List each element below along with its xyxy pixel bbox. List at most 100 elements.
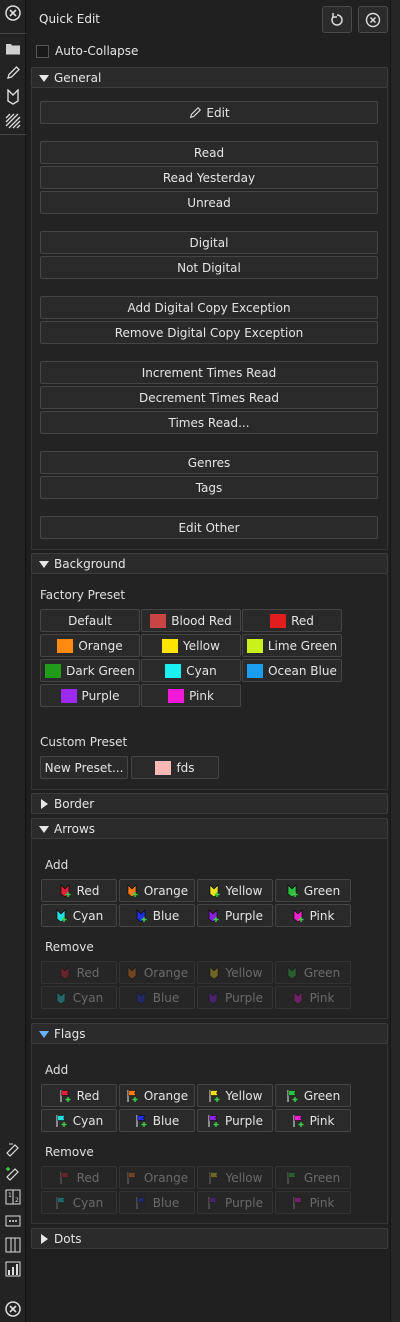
arrow-icon [135,990,147,1005]
reset-button[interactable] [322,6,352,33]
color-label: Cyan [72,1113,104,1128]
preset-blood-red-button[interactable]: Blood Red [141,609,241,632]
scrollbar-track[interactable] [390,0,400,1322]
digital-button[interactable]: Digital [40,231,378,254]
remove-arrow-purple-button: Purple [197,986,273,1009]
remove-digital-exception-button[interactable]: Remove Digital Copy Exception [40,321,378,344]
pen-edit-icon[interactable] [4,1140,22,1158]
collapse-arrow-icon [39,826,49,833]
remove-arrow-green-button: Green [275,961,351,984]
factory-preset-label: Factory Preset [40,588,126,602]
add-flag-blue-button[interactable]: Blue [119,1109,195,1132]
preset-label: Default [68,613,112,628]
edit-label: Edit [206,105,230,120]
flag-icon [292,1114,304,1128]
preset-red-button[interactable]: Red [242,609,342,632]
custom-preset-fds-button[interactable]: fds [131,756,219,779]
close-panel-button[interactable] [358,6,388,33]
add-flag-yellow-button[interactable]: Yellow [197,1084,273,1107]
color-label: Orange [143,965,189,980]
add-arrow-blue-button[interactable]: Blue [119,904,195,927]
read-yesterday-button[interactable]: Read Yesterday [40,166,378,189]
section-background-header[interactable]: Background [31,553,388,574]
edit-other-button[interactable]: Edit Other [40,516,378,539]
add-flag-cyan-button[interactable]: Cyan [41,1109,117,1132]
add-flag-purple-button[interactable]: Purple [197,1109,273,1132]
color-swatch [168,688,185,703]
section-title: General [54,71,102,85]
new-preset-button[interactable]: New Preset... [40,756,128,779]
preset-label: Dark Green [66,663,135,678]
close-icon[interactable] [4,1300,22,1318]
read-button[interactable]: Read [40,141,378,164]
tags-button[interactable]: Tags [40,476,378,499]
add-arrow-yellow-button[interactable]: Yellow [197,879,273,902]
preset-yellow-button[interactable]: Yellow [141,634,241,657]
color-swatch [270,613,287,628]
add-arrow-orange-button[interactable]: Orange [119,879,195,902]
remove-arrow-yellow-button: Yellow [197,961,273,984]
flag-icon [59,1171,71,1185]
add-arrow-cyan-button[interactable]: Cyan [41,904,117,927]
color-label: Red [76,1170,100,1185]
flag-icon [207,1196,219,1210]
add-flag-red-button[interactable]: Red [41,1084,117,1107]
folder-icon[interactable] [4,40,22,58]
color-label: Red [76,965,100,980]
section-title: Arrows [54,822,96,836]
pen-add-icon[interactable] [4,1164,22,1182]
color-label: Purple [225,1113,263,1128]
pencil-icon[interactable] [4,64,22,82]
section-border-header[interactable]: Border [31,793,388,814]
flags-add-label: Add [45,1063,69,1077]
add-arrow-pink-button[interactable]: Pink [275,904,351,927]
preset-label: Red [291,613,314,628]
collapse-arrow-icon [39,75,49,82]
bookmark-icon[interactable] [4,88,22,106]
chart-icon[interactable] [4,1260,22,1278]
section-flags-header[interactable]: Flags [31,1023,388,1044]
close-icon[interactable] [4,4,22,22]
times-read-button[interactable]: Times Read... [40,411,378,434]
add-digital-exception-button[interactable]: Add Digital Copy Exception [40,296,378,319]
auto-collapse-checkbox[interactable] [36,45,49,58]
expand-arrow-icon [41,799,48,809]
preset-dark-green-button[interactable]: Dark Green [40,659,140,682]
add-arrow-green-button[interactable]: Green [275,879,351,902]
add-flag-orange-button[interactable]: Orange [119,1084,195,1107]
color-swatch [57,638,74,653]
add-flag-pink-button[interactable]: Pink [275,1109,351,1132]
flags-remove-label: Remove [45,1145,94,1159]
preset-pink-button[interactable]: Pink [141,684,241,707]
svg-text:2: 2 [15,1197,19,1204]
color-swatch [162,638,179,653]
flag-icon [55,1114,67,1128]
preset-cyan-button[interactable]: Cyan [141,659,241,682]
add-arrow-red-button[interactable]: Red [41,879,117,902]
stripes-icon[interactable] [4,112,22,130]
decrement-times-read-button[interactable]: Decrement Times Read [40,386,378,409]
color-label: Yellow [225,1170,263,1185]
arrow-icon [59,965,71,980]
remove-flag-cyan-button: Cyan [41,1191,117,1214]
unread-button[interactable]: Unread [40,191,378,214]
color-label: Pink [309,1113,335,1128]
preset-orange-button[interactable]: Orange [40,634,140,657]
preset-purple-button[interactable]: Purple [40,684,140,707]
preset-ocean-blue-button[interactable]: Ocean Blue [242,659,342,682]
not-digital-button[interactable]: Not Digital [40,256,378,279]
preset-lime-green-button[interactable]: Lime Green [242,634,342,657]
columns-icon[interactable]: 12 [4,1188,22,1206]
add-arrow-purple-button[interactable]: Purple [197,904,273,927]
genres-button[interactable]: Genres [40,451,378,474]
dots-icon[interactable] [4,1212,22,1230]
edit-button[interactable]: Edit [40,101,378,124]
remove-arrow-red-button: Red [41,961,117,984]
section-dots-header[interactable]: Dots [31,1228,388,1249]
section-arrows-header[interactable]: Arrows [31,818,388,839]
section-general-header[interactable]: General [31,67,388,88]
increment-times-read-button[interactable]: Increment Times Read [40,361,378,384]
preset-default-button[interactable]: Default [40,609,140,632]
add-flag-green-button[interactable]: Green [275,1084,351,1107]
table-icon[interactable] [4,1236,22,1254]
